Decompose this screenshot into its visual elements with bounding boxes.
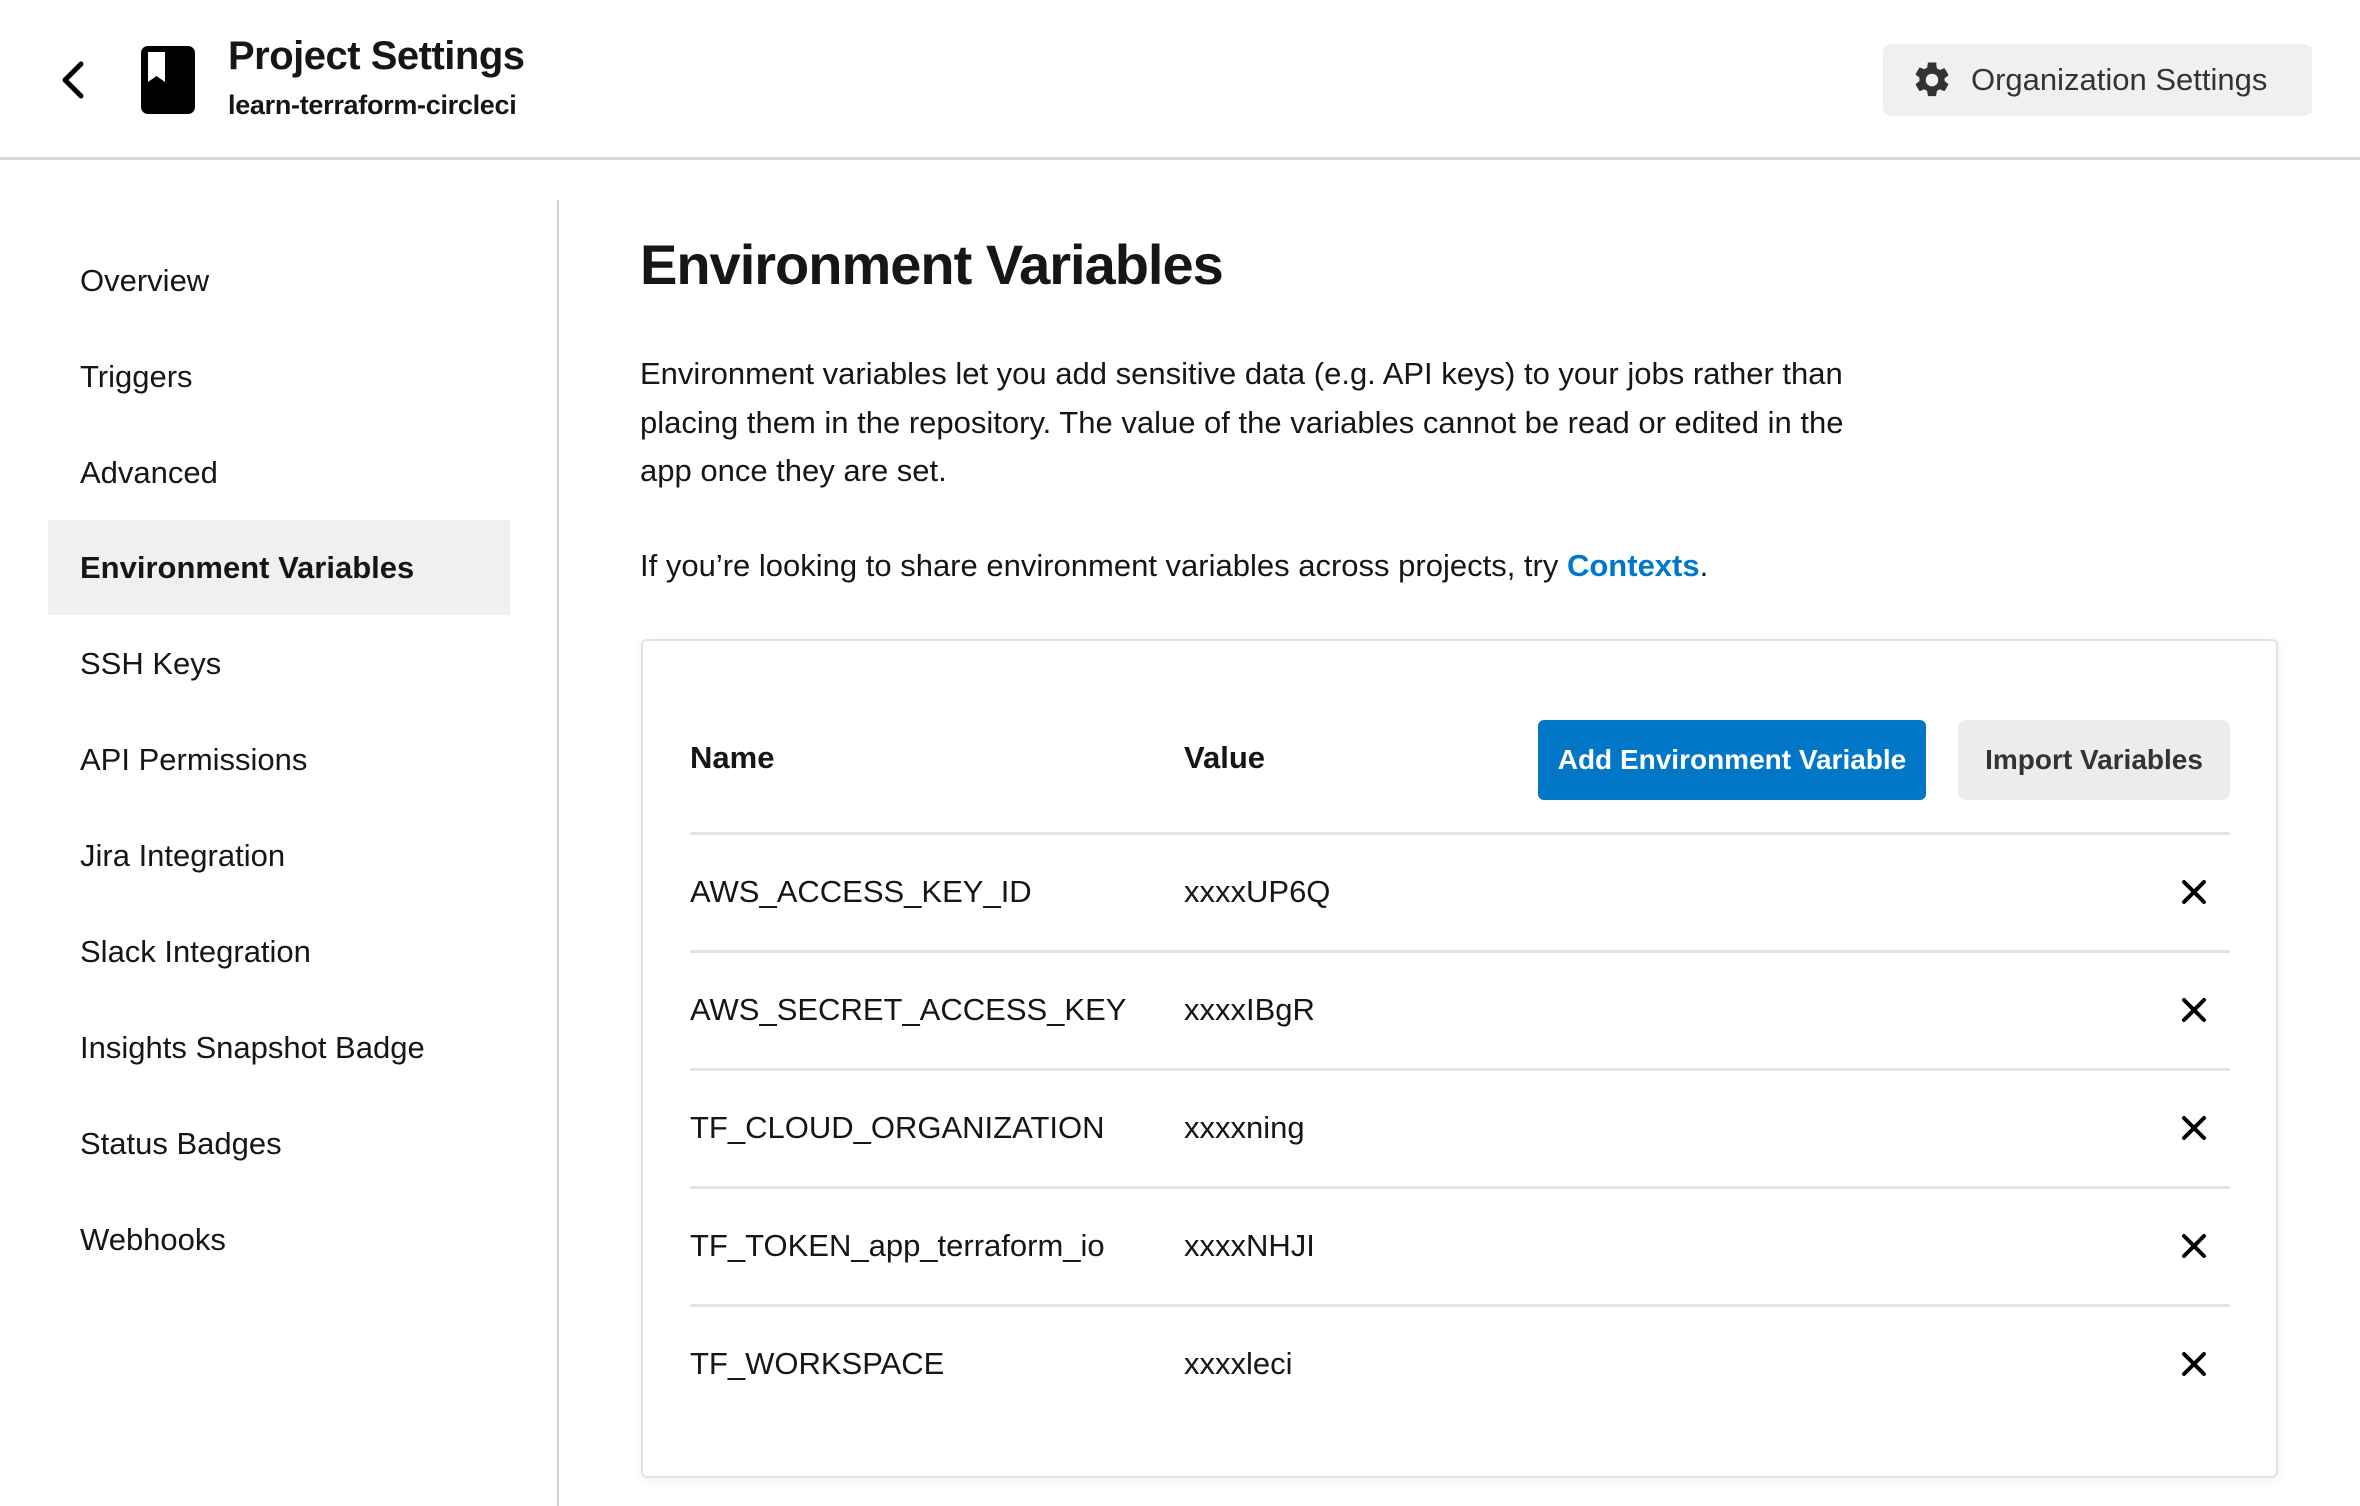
- contexts-hint-text: If you’re looking to share environment v…: [640, 548, 1567, 583]
- book-bookmark-icon: [141, 46, 195, 114]
- section-description: Environment variables let you add sensit…: [640, 356, 1844, 488]
- table-row: TF_WORKSPACE xxxxleci: [690, 1306, 2230, 1421]
- variable-name: TF_WORKSPACE: [690, 1345, 945, 1381]
- add-environment-variable-button[interactable]: Add Environment Variable: [1538, 720, 1926, 800]
- variable-value: xxxxleci: [1184, 1345, 1293, 1381]
- section-heading: Environment Variables: [640, 233, 1224, 296]
- delete-variable-button[interactable]: [2176, 1110, 2212, 1146]
- variable-value: xxxxIBgR: [1184, 991, 1315, 1027]
- sidebar-item-webhooks[interactable]: Webhooks: [48, 1192, 510, 1287]
- close-icon: [2182, 998, 2206, 1022]
- delete-variable-button[interactable]: [2176, 1228, 2212, 1264]
- delete-variable-button[interactable]: [2176, 874, 2212, 910]
- sidebar-item-status-badges[interactable]: Status Badges: [48, 1096, 510, 1191]
- page-title: Project Settings: [228, 34, 525, 78]
- variable-value: xxxxNHJI: [1184, 1227, 1315, 1263]
- close-icon: [2182, 1116, 2206, 1140]
- sidebar-item-api-permissions[interactable]: API Permissions: [48, 712, 510, 807]
- close-icon: [2182, 1352, 2206, 1376]
- organization-settings-label: Organization Settings: [1971, 62, 2268, 97]
- variable-name: TF_CLOUD_ORGANIZATION: [690, 1109, 1105, 1145]
- sidebar-item-environment-variables[interactable]: Environment Variables: [48, 520, 510, 615]
- back-button[interactable]: [52, 54, 94, 106]
- sidebar-item-triggers[interactable]: Triggers: [48, 329, 510, 424]
- sidebar-item-slack-integration[interactable]: Slack Integration: [48, 904, 510, 999]
- contexts-hint-suffix: .: [1699, 548, 1709, 583]
- variable-name: AWS_SECRET_ACCESS_KEY: [690, 991, 1127, 1027]
- variable-value: xxxxUP6Q: [1184, 873, 1331, 909]
- organization-settings-button[interactable]: Organization Settings: [1883, 44, 2312, 116]
- import-variables-button[interactable]: Import Variables: [1958, 720, 2230, 800]
- sidebar-item-advanced[interactable]: Advanced: [48, 425, 510, 520]
- top-header: Project Settings learn-terraform-circlec…: [0, 0, 2360, 160]
- delete-variable-button[interactable]: [2176, 1346, 2212, 1382]
- contexts-hint: If you’re looking to share environment v…: [640, 542, 1708, 590]
- close-icon: [2182, 880, 2206, 904]
- sidebar-item-jira-integration[interactable]: Jira Integration: [48, 808, 510, 903]
- gear-icon: [1915, 62, 1949, 97]
- column-header-name: Name: [690, 740, 775, 775]
- sidebar-item-insights-snapshot-badge[interactable]: Insights Snapshot Badge: [48, 1000, 510, 1095]
- sidebar-item-overview[interactable]: Overview: [48, 233, 510, 328]
- table-row: TF_TOKEN_app_terraform_io xxxxNHJI: [690, 1188, 2230, 1303]
- sidebar-divider: [557, 200, 559, 1506]
- delete-variable-button[interactable]: [2176, 992, 2212, 1028]
- table-row: TF_CLOUD_ORGANIZATION xxxxning: [690, 1070, 2230, 1185]
- project-name: learn-terraform-circleci: [228, 90, 517, 120]
- contexts-link[interactable]: Contexts: [1567, 548, 1700, 583]
- column-header-value: Value: [1184, 740, 1265, 775]
- close-icon: [2182, 1234, 2206, 1258]
- variable-value: xxxxning: [1184, 1109, 1305, 1145]
- table-row: AWS_SECRET_ACCESS_KEY xxxxIBgR: [690, 952, 2230, 1067]
- table-row: AWS_ACCESS_KEY_ID xxxxUP6Q: [690, 834, 2230, 949]
- variable-name: TF_TOKEN_app_terraform_io: [690, 1227, 1105, 1263]
- variable-name: AWS_ACCESS_KEY_ID: [690, 873, 1032, 909]
- chevron-left-icon: [62, 61, 84, 99]
- sidebar-item-ssh-keys[interactable]: SSH Keys: [48, 616, 510, 711]
